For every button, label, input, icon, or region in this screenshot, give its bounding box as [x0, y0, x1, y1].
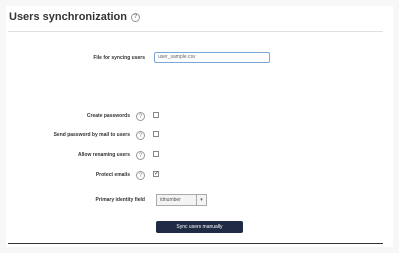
section-header: Users synchronization ? [9, 11, 140, 23]
primary-identity-label: Primary identity field [95, 197, 145, 203]
primary-identity-select[interactable]: idnumber ▾ [156, 194, 207, 206]
file-input[interactable]: user_sample.csv [154, 52, 270, 63]
file-label: File for syncing users [93, 55, 145, 61]
send-password-checkbox[interactable] [153, 131, 159, 137]
settings-panel [6, 6, 393, 247]
allow-renaming-checkbox[interactable] [153, 151, 159, 157]
divider [8, 31, 383, 32]
select-value: idnumber [160, 197, 181, 203]
create-passwords-label: Create passwords [86, 113, 130, 119]
allow-renaming-label: Allow renaming users [78, 152, 130, 158]
chevron-down-icon: ▾ [196, 195, 206, 205]
help-icon[interactable]: ? [136, 131, 145, 140]
section-title: Users synchronization [9, 11, 127, 23]
help-icon[interactable]: ? [130, 12, 140, 22]
protect-emails-label: Protect emails [95, 172, 130, 178]
help-icon[interactable]: ? [136, 171, 145, 180]
protect-emails-checkbox[interactable]: ✓ [153, 171, 159, 177]
divider [8, 243, 383, 244]
create-passwords-checkbox[interactable] [153, 112, 159, 118]
help-icon[interactable]: ? [136, 151, 145, 160]
sync-users-button[interactable]: Sync users manually [156, 221, 243, 233]
help-icon[interactable]: ? [136, 112, 145, 121]
send-password-label: Send password by mail to users [53, 132, 130, 138]
